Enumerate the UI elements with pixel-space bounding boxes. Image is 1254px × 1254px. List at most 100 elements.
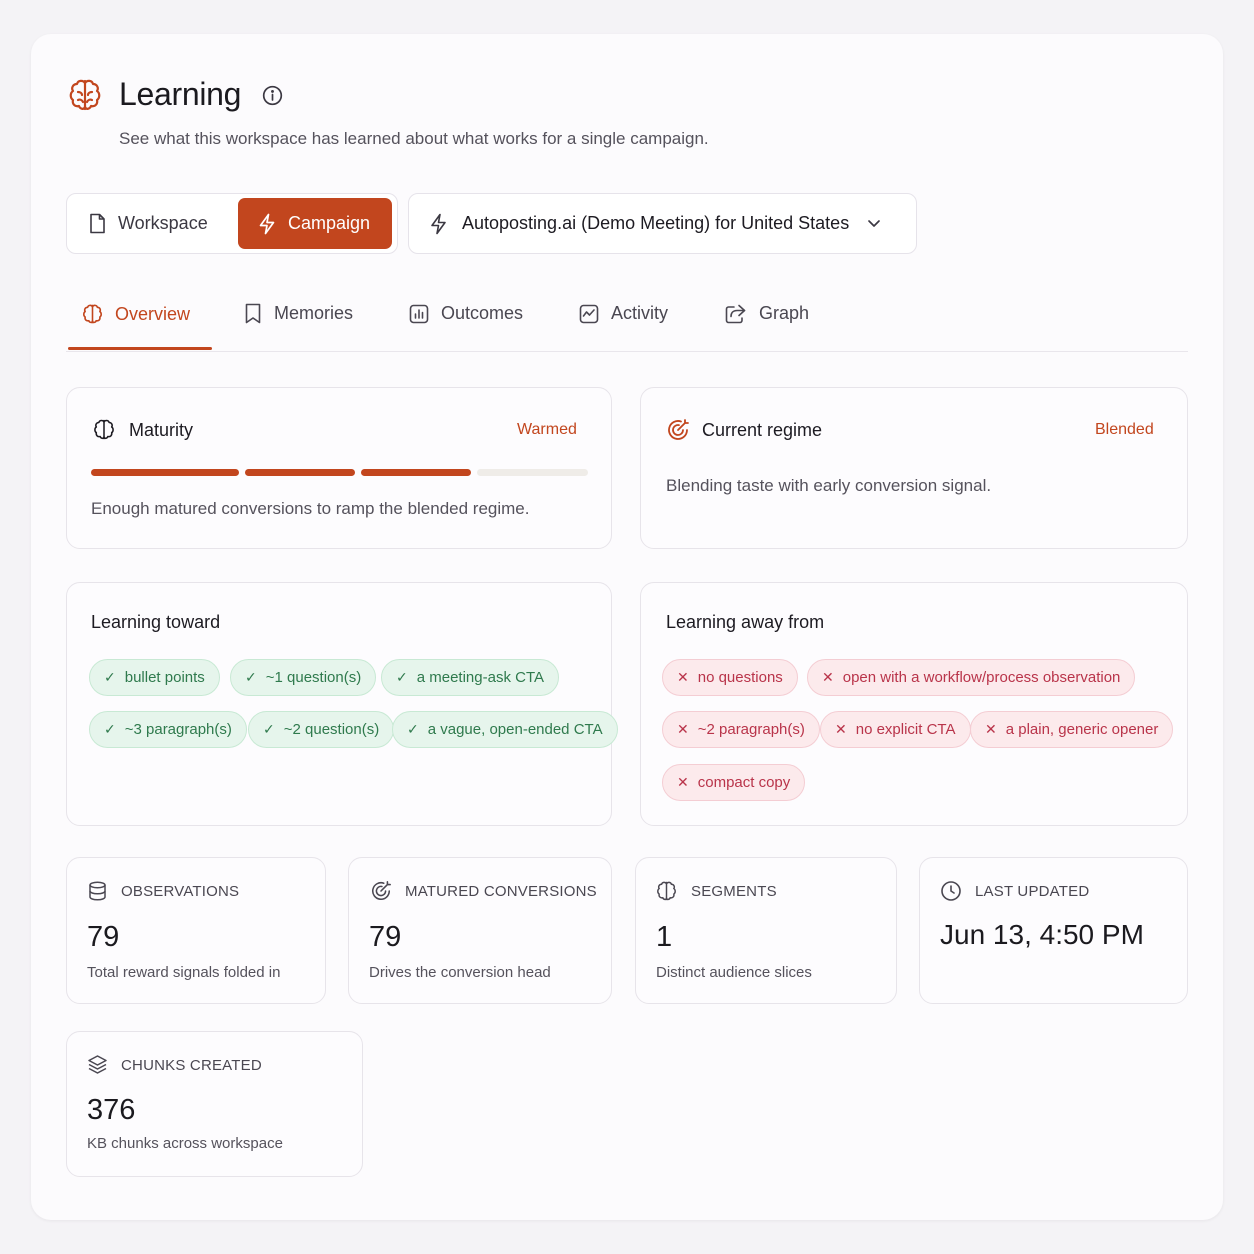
stat-description: Drives the conversion head [369, 964, 551, 981]
campaign-scope-button[interactable]: Campaign [238, 198, 392, 249]
stat-label: OBSERVATIONS [121, 883, 240, 900]
maturity-bar-segment [361, 469, 471, 476]
x-icon: ✕ [822, 669, 834, 685]
stat-value: 79 [87, 921, 120, 953]
database-icon [88, 881, 107, 901]
learning-away-chip: ✕ a plain, generic opener [970, 711, 1174, 748]
lightning-icon [258, 213, 276, 235]
chevron-down-icon [867, 219, 881, 228]
info-icon[interactable] [262, 85, 283, 106]
tab-memories[interactable]: Memories [244, 303, 353, 324]
bar-chart-icon [409, 304, 429, 324]
stat-value: Jun 13, 4:50 PM [940, 919, 1144, 950]
learning-toward-chip: ✓ ~3 paragraph(s) [89, 711, 247, 748]
learning-away-chip: ✕ compact copy [662, 764, 806, 801]
stat-label: CHUNKS CREATED [121, 1057, 262, 1074]
regime-status: Blended [1095, 421, 1154, 438]
maturity-description: Enough matured conversions to ramp the b… [91, 499, 530, 518]
chip-label: compact copy [697, 774, 791, 791]
brain-icon [656, 880, 677, 902]
brain-icon [82, 303, 103, 325]
stat-description: Total reward signals folded in [87, 964, 281, 981]
learning-away-chip: ✕ ~2 paragraph(s) [662, 711, 820, 748]
workspace-scope-label: Workspace [118, 213, 208, 233]
workspace-scope-button[interactable]: Workspace [89, 198, 208, 249]
learning-away-title: Learning away from [666, 612, 825, 632]
layers-icon [87, 1054, 108, 1075]
campaign-scope-label: Campaign [288, 213, 371, 233]
target-icon [370, 880, 392, 902]
stat-label: LAST UPDATED [975, 883, 1090, 900]
tab-overview[interactable]: Overview [82, 303, 190, 325]
check-icon: ✓ [407, 721, 419, 737]
check-icon: ✓ [104, 669, 116, 685]
tab-outcomes[interactable]: Outcomes [409, 303, 523, 324]
tab-graph[interactable]: Graph [725, 303, 809, 324]
chip-label: no explicit CTA [855, 721, 956, 738]
regime-description: Blending taste with early conversion sig… [666, 476, 992, 495]
learning-toward-chip: ✓ a meeting-ask CTA [381, 659, 559, 696]
learning-toward-chip: ✓ ~1 question(s) [230, 659, 377, 696]
maturity-title: Maturity [129, 420, 194, 440]
scope-toggle: Workspace Campaign [66, 193, 398, 254]
chip-label: open with a workflow/process observation [842, 669, 1121, 686]
learning-toward-title: Learning toward [91, 612, 221, 632]
brain-icon [68, 77, 102, 113]
stat-label: MATURED CONVERSIONS [405, 883, 597, 900]
chip-label: bullet points [124, 669, 205, 686]
chip-label: ~1 question(s) [265, 669, 362, 686]
stat-label: SEGMENTS [691, 883, 777, 900]
check-icon: ✓ [104, 721, 116, 737]
stat-description: KB chunks across workspace [87, 1135, 283, 1152]
activity-icon [579, 304, 599, 324]
brain-icon [93, 418, 115, 441]
tab-label: Graph [759, 303, 810, 323]
tab-label: Memories [274, 303, 354, 323]
stat-value: 79 [369, 921, 402, 953]
target-icon [666, 418, 690, 442]
chip-label: a meeting-ask CTA [416, 669, 544, 686]
maturity-bar-segment [91, 469, 239, 476]
campaign-select-value: Autoposting.ai (Demo Meeting) for United… [462, 213, 850, 233]
learning-toward-chip: ✓ bullet points [89, 659, 220, 696]
maturity-bar-segment [245, 469, 355, 476]
learning-toward-chip: ✓ ~2 question(s) [248, 711, 395, 748]
stat-value: 376 [87, 1094, 136, 1126]
tab-label: Activity [611, 303, 669, 323]
regime-title: Current regime [702, 420, 823, 440]
learning-away-chip: ✕ no questions [662, 659, 798, 696]
chip-label: ~2 question(s) [283, 721, 380, 738]
x-icon: ✕ [677, 721, 689, 737]
bookmark-icon [244, 303, 262, 324]
chip-label: a vague, open-ended CTA [427, 721, 603, 738]
check-icon: ✓ [263, 721, 275, 737]
page-subtitle: See what this workspace has learned abou… [119, 129, 709, 148]
x-icon: ✕ [677, 774, 689, 790]
chip-label: ~2 paragraph(s) [697, 721, 805, 738]
lightning-icon [429, 213, 448, 235]
chip-label: no questions [697, 669, 783, 686]
stat-description: Distinct audience slices [656, 964, 812, 981]
check-icon: ✓ [245, 669, 257, 685]
tab-bar: Overview Memories Outcomes Activity Grap… [66, 296, 1188, 352]
stat-value: 1 [656, 921, 673, 953]
learning-away-chip: ✕ no explicit CTA [820, 711, 971, 748]
check-icon: ✓ [396, 669, 408, 685]
active-tab-indicator [68, 347, 212, 350]
x-icon: ✕ [985, 721, 997, 737]
x-icon: ✕ [677, 669, 689, 685]
tab-label: Outcomes [441, 303, 524, 323]
chip-label: a plain, generic opener [1005, 721, 1159, 738]
maturity-bar-segment [477, 469, 588, 476]
maturity-status: Warmed [517, 421, 577, 438]
share-icon [725, 304, 747, 324]
chip-label: ~3 paragraph(s) [124, 721, 232, 738]
page-title: Learning [119, 76, 242, 112]
learning-away-chip: ✕ open with a workflow/process observatio… [807, 659, 1136, 696]
learning-toward-chip: ✓ a vague, open-ended CTA [392, 711, 618, 748]
campaign-select[interactable]: Autoposting.ai (Demo Meeting) for United… [408, 193, 917, 254]
maturity-card [66, 387, 612, 549]
regime-card [640, 387, 1188, 549]
x-icon: ✕ [835, 721, 847, 737]
tab-activity[interactable]: Activity [579, 303, 668, 324]
